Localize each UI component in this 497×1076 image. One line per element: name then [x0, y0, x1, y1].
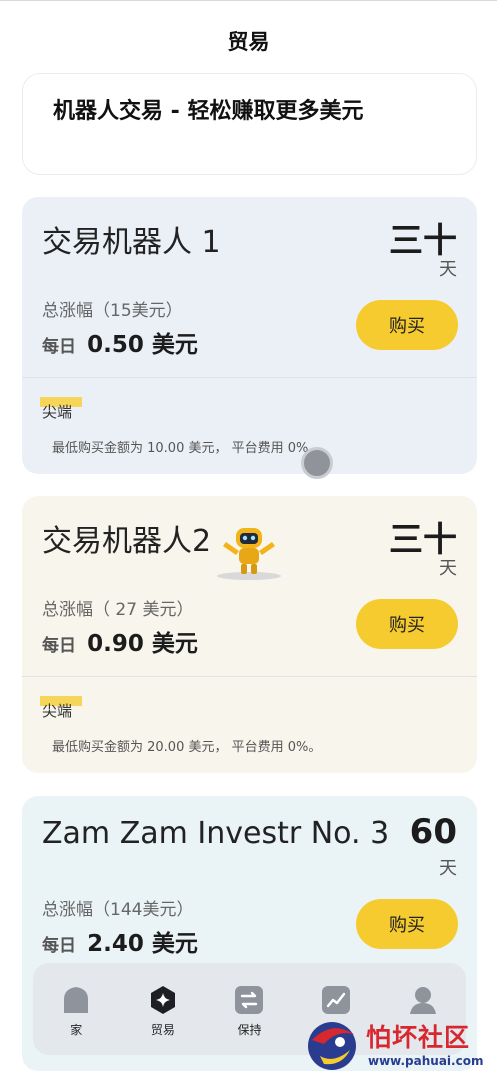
bot-name: Zam Zam Investr No. 3	[42, 816, 390, 851]
status-divider	[0, 0, 497, 1]
tier-tag: 尖端	[39, 397, 83, 421]
tier-tag: 尖端	[39, 696, 83, 720]
profile-icon	[409, 987, 436, 1014]
nav-item-home[interactable]: 家	[41, 985, 111, 1038]
daily-value: 2.40 美元	[87, 931, 198, 957]
duration-days: 60	[409, 812, 457, 852]
watermark-title: 怕坏社区	[366, 1023, 471, 1052]
nav-label: 贸易	[150, 1023, 175, 1037]
bot-card-1: 交易机器人 1 三十 天 总涨幅（15美元） 每日 0.50 美元 购买 尖端 …	[22, 197, 477, 474]
nav-item-trade[interactable]: 贸易	[128, 985, 198, 1038]
bot-card-2: 交易机器人2 三十 天 总涨幅（ 27 美元） 每日 0.90 美元 购买 尖端…	[22, 496, 477, 773]
daily-earning: 每日 2.40 美元	[42, 924, 198, 958]
duration-unit: 天	[439, 858, 457, 879]
promo-banner: 机器人交易 - 轻松赚取更多美元	[22, 73, 477, 175]
watermark-url: www.pahuai.com	[368, 1054, 484, 1068]
nav-label: 家	[70, 1023, 83, 1037]
watermark: 怕坏社区 www.pahuai.com	[302, 1014, 494, 1074]
banner-text: 机器人交易 - 轻松赚取更多美元	[53, 99, 364, 124]
nav-item-hold[interactable]: 保持	[214, 985, 284, 1038]
exchange-icon	[235, 986, 264, 1014]
page-title: 贸易	[227, 30, 270, 54]
chart-icon	[322, 986, 351, 1014]
nav-label: 保持	[237, 1023, 262, 1037]
watermark-logo-icon	[308, 1022, 356, 1070]
buy-button[interactable]: 购买	[356, 899, 458, 949]
home-icon	[64, 987, 89, 1013]
total-gain: 总涨幅（144美元）	[42, 900, 194, 920]
trade-icon	[150, 986, 175, 1014]
daily-label: 每日	[42, 936, 76, 956]
